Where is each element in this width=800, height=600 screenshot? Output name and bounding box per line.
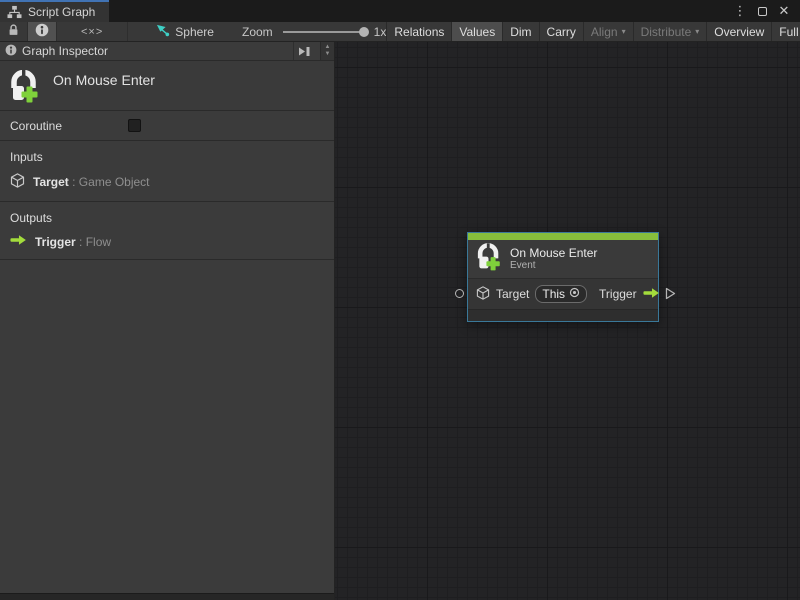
mouse-event-icon bbox=[9, 70, 39, 107]
this-object-field[interactable]: This bbox=[535, 285, 587, 303]
full-screen-button[interactable]: Full Screen bbox=[771, 22, 800, 41]
flow-arrow-icon bbox=[643, 287, 660, 302]
dock-panel-icon[interactable] bbox=[293, 42, 315, 60]
input-connection-port[interactable] bbox=[455, 289, 464, 298]
scroll-up-icon[interactable]: ▲ bbox=[325, 44, 331, 51]
window-menu-icon[interactable]: ⋮ bbox=[732, 3, 748, 19]
tab-label: Script Graph bbox=[28, 5, 95, 19]
scroll-down-icon[interactable]: ▼ bbox=[325, 51, 331, 58]
graph-toolbar: <×> Sphere Zoom 1x Relations bbox=[0, 22, 800, 42]
script-graph-window: Script Graph ⋮ ✕ bbox=[0, 0, 800, 600]
coroutine-row: Coroutine bbox=[0, 111, 334, 141]
input-port-name: Target bbox=[33, 175, 69, 189]
node-subtitle: Event bbox=[510, 260, 597, 272]
node-title: On Mouse Enter bbox=[510, 246, 597, 260]
panel-resize-edge[interactable] bbox=[0, 593, 334, 600]
window-controls: ⋮ ✕ bbox=[732, 0, 800, 22]
chevron-down-icon: ▾ bbox=[622, 27, 626, 36]
graph-name: Sphere bbox=[175, 25, 214, 39]
lock-icon bbox=[7, 23, 20, 40]
tab-strip: Script Graph ⋮ ✕ bbox=[0, 0, 800, 22]
object-picker-icon[interactable] bbox=[569, 287, 580, 301]
dim-button[interactable]: Dim bbox=[502, 22, 538, 41]
overview-button[interactable]: Overview bbox=[706, 22, 771, 41]
inspector-toggle-button[interactable] bbox=[28, 22, 57, 41]
maximize-icon[interactable] bbox=[754, 3, 770, 19]
zoom-label: Zoom bbox=[242, 25, 273, 39]
input-port-row: Target : Game Object bbox=[10, 173, 324, 191]
zoom-slider[interactable] bbox=[283, 31, 365, 33]
flow-arrow-icon bbox=[10, 234, 27, 249]
relations-button[interactable]: Relations bbox=[386, 22, 451, 41]
output-port-type: : Flow bbox=[79, 235, 111, 249]
input-port-type: : Game Object bbox=[72, 175, 149, 189]
outputs-section: Outputs Trigger : Flow bbox=[0, 202, 334, 260]
coroutine-label: Coroutine bbox=[10, 119, 128, 133]
node-accent-bar bbox=[468, 233, 658, 240]
mouse-event-icon bbox=[476, 243, 501, 275]
info-icon bbox=[5, 44, 17, 59]
node-footer bbox=[468, 309, 658, 321]
values-button[interactable]: Values bbox=[451, 22, 502, 41]
script-graph-asset-icon bbox=[156, 24, 170, 40]
inspector-header: Graph Inspector ▲ ▼ bbox=[0, 42, 334, 61]
tab-script-graph[interactable]: Script Graph bbox=[0, 0, 109, 22]
node-output-label: Trigger bbox=[599, 287, 637, 301]
chevron-down-icon: ▾ bbox=[695, 27, 699, 36]
inspector-scroll-spinner[interactable]: ▲ ▼ bbox=[320, 42, 334, 60]
info-icon bbox=[35, 23, 49, 40]
code-icon: <×> bbox=[81, 26, 103, 38]
outputs-header: Outputs bbox=[10, 211, 324, 225]
lock-button[interactable] bbox=[0, 22, 28, 41]
align-dropdown[interactable]: Align ▾ bbox=[583, 22, 633, 41]
unit-title: On Mouse Enter bbox=[53, 70, 155, 88]
carry-button[interactable]: Carry bbox=[539, 22, 583, 41]
cube-icon bbox=[476, 286, 490, 303]
zoom-level: 1x bbox=[374, 25, 387, 39]
graph-reference[interactable]: Sphere bbox=[156, 22, 214, 41]
output-port-row: Trigger : Flow bbox=[10, 234, 324, 249]
coroutine-checkbox[interactable] bbox=[128, 119, 141, 132]
sitemap-icon bbox=[7, 5, 22, 19]
output-port-name: Trigger bbox=[35, 235, 76, 249]
edit-source-button[interactable]: <×> bbox=[57, 22, 128, 41]
view-buttons-group: Relations Values Dim Carry Align ▾ Distr… bbox=[386, 22, 800, 41]
this-value: This bbox=[542, 287, 565, 301]
unit-title-section: On Mouse Enter bbox=[0, 61, 334, 111]
zoom-control: Zoom 1x bbox=[242, 22, 386, 41]
inputs-section: Inputs Target : Game Object bbox=[0, 141, 334, 202]
node-port-row: Target This Trigger bbox=[468, 278, 658, 309]
inspector-title: Graph Inspector bbox=[22, 44, 108, 58]
inputs-header: Inputs bbox=[10, 150, 324, 164]
node-input-label: Target bbox=[496, 287, 529, 301]
close-icon[interactable]: ✕ bbox=[776, 3, 792, 19]
cube-icon bbox=[10, 173, 25, 191]
graph-canvas[interactable]: On Mouse Enter Event Target This bbox=[335, 42, 800, 600]
node-header[interactable]: On Mouse Enter Event bbox=[468, 240, 658, 278]
on-mouse-enter-node[interactable]: On Mouse Enter Event Target This bbox=[467, 232, 659, 322]
zoom-slider-handle[interactable] bbox=[359, 27, 369, 37]
graph-inspector-panel: Graph Inspector ▲ ▼ bbox=[0, 42, 335, 600]
output-connection-port[interactable] bbox=[665, 287, 676, 303]
distribute-dropdown[interactable]: Distribute ▾ bbox=[633, 22, 707, 41]
